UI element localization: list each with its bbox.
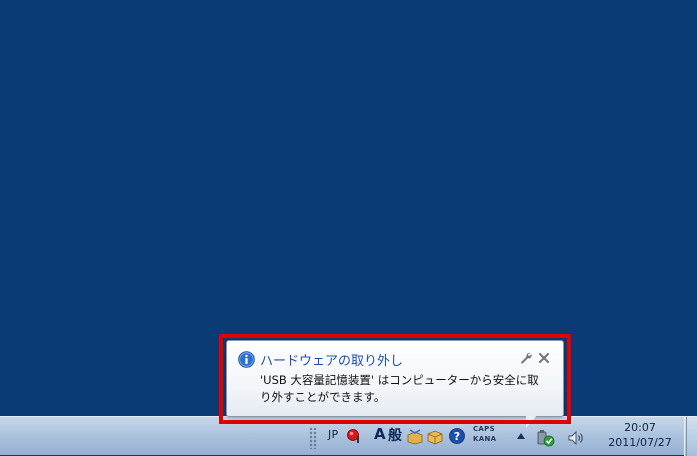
kana-label: KANA: [473, 435, 497, 443]
clock-date: 2011/07/27: [608, 436, 672, 449]
svg-text:?: ?: [454, 430, 460, 443]
caps-label: CAPS: [473, 425, 495, 433]
system-clock[interactable]: 20:07 2011/07/27: [600, 420, 680, 450]
show-desktop-button[interactable]: [684, 417, 697, 456]
volume-icon[interactable]: [567, 429, 587, 447]
ime-input-mode[interactable]: A: [374, 425, 386, 443]
clock-time: 20:07: [624, 421, 656, 434]
show-hidden-icons-button[interactable]: [517, 433, 525, 439]
safely-remove-hardware-icon[interactable]: [536, 429, 556, 447]
language-indicator[interactable]: JP: [328, 428, 338, 441]
caps-kana-indicator[interactable]: CAPS KANA: [473, 424, 496, 444]
taskbar-grip[interactable]: [309, 427, 317, 449]
help-icon[interactable]: ?: [448, 427, 466, 445]
ime-tools-icon[interactable]: [426, 427, 444, 445]
highlight-frame: [219, 334, 571, 424]
ime-pad-icon[interactable]: [346, 427, 364, 445]
ime-dictionary-icon[interactable]: [406, 427, 424, 445]
ime-conversion-mode[interactable]: 般: [388, 425, 402, 445]
